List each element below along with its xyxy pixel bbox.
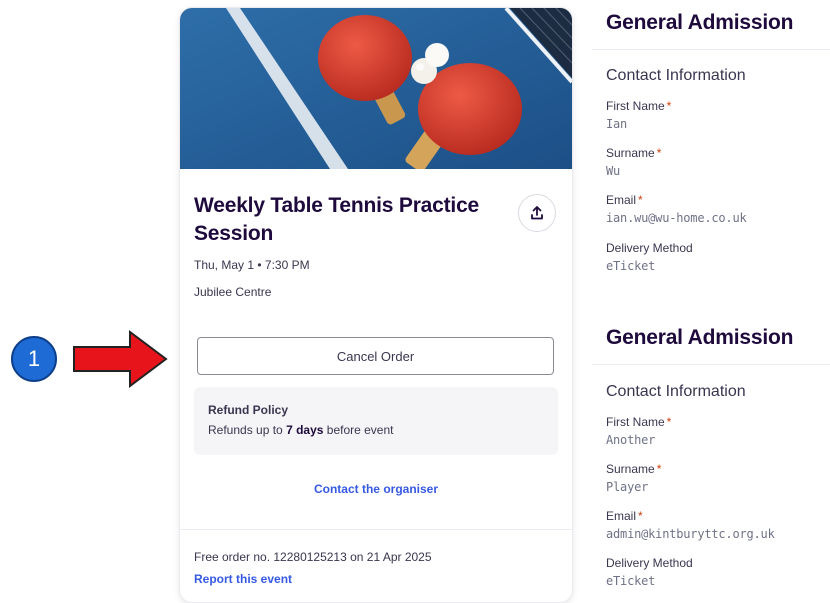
cancel-order-button[interactable]: Cancel Order xyxy=(197,337,554,375)
required-marker: * xyxy=(656,146,662,160)
contact-organiser-link[interactable]: Contact the organiser xyxy=(180,482,572,496)
delivery-method-label: Delivery Method xyxy=(606,241,693,255)
delivery-method-value: eTicket xyxy=(606,574,656,588)
step-number-badge: 1 xyxy=(11,336,57,382)
surname-label: Surname * xyxy=(606,462,662,476)
refund-policy-title: Refund Policy xyxy=(208,403,289,417)
event-title: Weekly Table Tennis Practice Session xyxy=(194,194,480,245)
contact-information-heading: Contact Information xyxy=(606,67,746,84)
required-marker: * xyxy=(656,462,662,476)
surname-label: Surname * xyxy=(606,146,662,160)
event-card: Weekly Table Tennis Practice Session Thu… xyxy=(180,8,572,602)
event-date: Thu, May 1 • 7:30 PM xyxy=(194,258,310,272)
ticket-title: General Admission xyxy=(606,326,794,349)
surname-value: Player xyxy=(606,480,649,494)
surname-value: Wu xyxy=(606,164,621,178)
required-marker: * xyxy=(666,99,672,113)
event-venue: Jubilee Centre xyxy=(194,285,272,299)
report-event-link[interactable]: Report this event xyxy=(194,572,292,586)
delivery-method-label: Delivery Method xyxy=(606,556,693,570)
first-name-value: Ian xyxy=(606,117,628,131)
share-button[interactable] xyxy=(518,194,556,232)
ticket-title: General Admission xyxy=(606,11,794,34)
refund-policy-text: Refunds up to 7 days before event xyxy=(208,423,394,437)
share-icon xyxy=(531,206,543,220)
first-name-label: First Name * xyxy=(606,99,672,113)
email-value: admin@kintburyttc.org.uk xyxy=(606,527,775,541)
contact-information-heading: Contact Information xyxy=(606,383,746,400)
first-name-value: Another xyxy=(606,433,656,447)
first-name-label: First Name * xyxy=(606,415,672,429)
ticket-divider xyxy=(592,49,830,50)
email-value: ian.wu@wu-home.co.uk xyxy=(606,211,747,225)
annotation-arrow-icon xyxy=(73,330,168,388)
required-marker: * xyxy=(638,509,643,523)
event-hero-image xyxy=(180,8,572,169)
email-label: Email * xyxy=(606,509,643,523)
order-number-text: Free order no. 12280125213 on 21 Apr 202… xyxy=(194,550,432,564)
refund-days: 7 days xyxy=(286,423,324,437)
email-label: Email * xyxy=(606,193,643,207)
refund-policy-box: Refund Policy Refunds up to 7 days befor… xyxy=(194,387,558,455)
required-marker: * xyxy=(666,415,672,429)
card-divider xyxy=(180,529,572,530)
required-marker: * xyxy=(638,193,643,207)
delivery-method-value: eTicket xyxy=(606,259,656,273)
ticket-divider xyxy=(592,364,830,365)
